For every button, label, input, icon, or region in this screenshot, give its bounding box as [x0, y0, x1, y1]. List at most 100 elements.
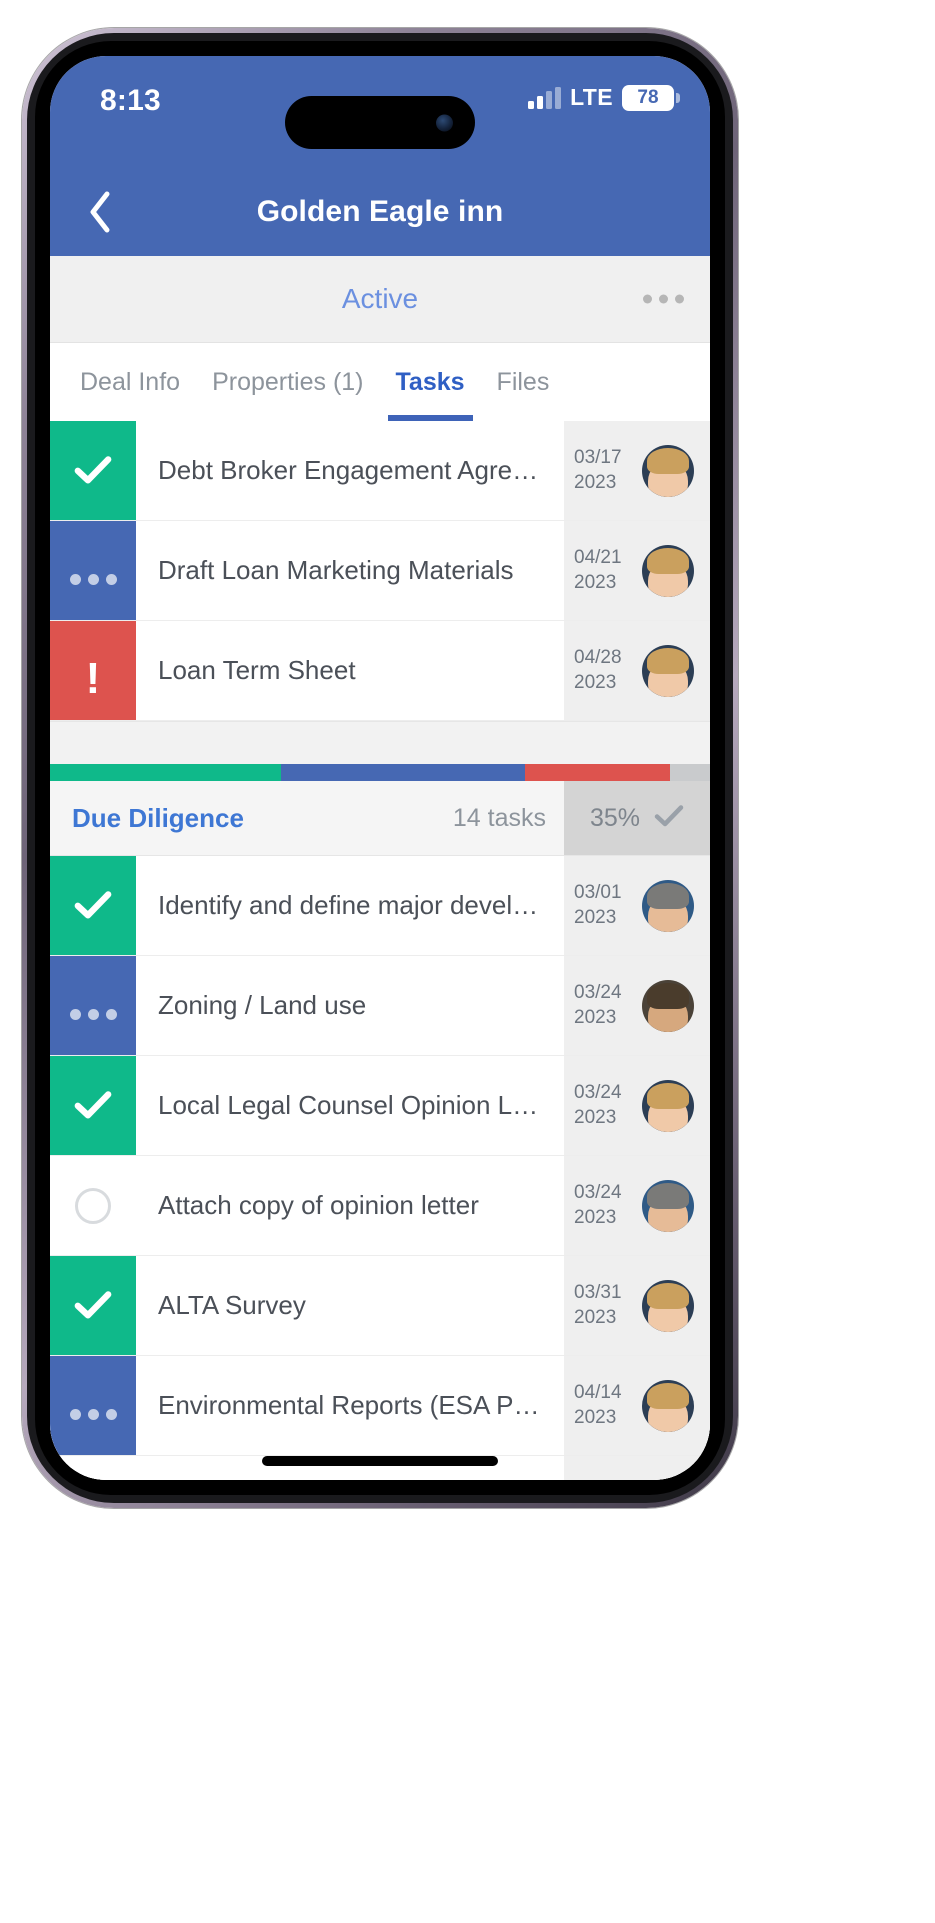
tab-deal-info[interactable]: Deal Info [64, 343, 196, 421]
phone-frame: 8:13 LTE 78 Golden Eagle inn Active Deal… [22, 28, 738, 1508]
task-status-in-progress[interactable] [50, 1356, 136, 1455]
task-due-date: 04/28 2023 [574, 647, 622, 693]
task-due-date: 04/14 2023 [574, 1382, 622, 1428]
task-status-done[interactable] [50, 1256, 136, 1355]
more-horizontal-icon[interactable] [643, 294, 684, 304]
avatar-female-blonde[interactable] [642, 644, 694, 697]
section-header-due-diligence[interactable]: Due Diligence 14 tasks 35% [50, 781, 710, 856]
task-name[interactable]: Environmental Reports (ESA Phase I,… [136, 1356, 564, 1455]
task-meta: 04/21 2023 [564, 521, 710, 620]
task-name[interactable]: Debt Broker Engagement Agreement [136, 421, 564, 520]
task-row[interactable]: Identify and define major developmen…03/… [50, 856, 710, 956]
progress-segment-in-progress [281, 764, 526, 781]
tab-properties-1[interactable]: Properties (1) [196, 343, 379, 421]
task-meta: 03/01 2023 [564, 856, 710, 955]
front-camera-icon [436, 114, 453, 131]
avatar-female-blonde[interactable] [642, 1379, 694, 1432]
task-due-date: 03/24 2023 [574, 1182, 622, 1228]
task-name[interactable]: Identify and define major developmen… [136, 856, 564, 955]
progress-segment-remaining [670, 764, 710, 781]
deal-status-strip: Active [50, 256, 710, 343]
task-name[interactable]: Attach copy of opinion letter [136, 1156, 564, 1255]
task-meta: 04/14 2023 [564, 1356, 710, 1455]
section-progress-summary: 35% [564, 781, 710, 855]
task-due-date: 03/17 2023 [574, 447, 622, 493]
check-icon [74, 1290, 112, 1320]
navigation-bar: Golden Eagle inn [50, 168, 710, 256]
task-due-date: 03/01 2023 [574, 882, 622, 928]
task-status-not-started[interactable] [50, 1156, 136, 1255]
back-button[interactable] [76, 188, 124, 236]
task-status-in-progress[interactable] [50, 521, 136, 620]
task-meta: 03/24 2023 [564, 1156, 710, 1255]
check-icon [74, 455, 112, 485]
task-meta: 03/24 2023 [564, 956, 710, 1055]
progress-segment-done [50, 764, 281, 781]
deal-status-label[interactable]: Active [342, 283, 418, 315]
due-diligence-task-list: Identify and define major developmen…03/… [50, 856, 710, 1480]
task-status-in-progress[interactable] [50, 956, 136, 1055]
avatar-female-blonde[interactable] [642, 1079, 694, 1132]
avatar-female-blonde[interactable] [642, 544, 694, 597]
task-meta: 04/28 2023 [564, 621, 710, 720]
dynamic-island [285, 96, 475, 149]
network-type-label: LTE [570, 84, 613, 110]
task-status-done[interactable] [50, 1056, 136, 1155]
section-divider [50, 721, 710, 764]
tab-files[interactable]: Files [481, 343, 566, 421]
task-status-late[interactable]: ! [50, 621, 136, 720]
section-title: Due Diligence [72, 802, 244, 833]
screenshot-canvas: 8:13 LTE 78 Golden Eagle inn Active Deal… [0, 0, 935, 1923]
tab-label: Tasks [395, 367, 465, 396]
cellular-signal-icon [528, 86, 562, 109]
chevron-left-icon [87, 190, 113, 234]
task-due-date: 03/31 2023 [574, 1282, 622, 1328]
task-row[interactable]: Debt Broker Engagement Agreement 03/17 202… [50, 421, 710, 521]
task-name[interactable]: Local Legal Counsel Opinion Letter [136, 1056, 564, 1155]
status-bar: 8:13 LTE 78 [50, 56, 710, 168]
task-due-date: 03/24 2023 [574, 1082, 622, 1128]
task-row[interactable]: Environmental Reports (ESA Phase I,…04/1… [50, 1356, 710, 1456]
avatar-male-beard[interactable] [642, 979, 694, 1032]
battery-percent-label: 78 [637, 87, 659, 108]
task-row[interactable]: Draft Loan Marketing Materials 04/21 2023 [50, 521, 710, 621]
tab-label: Properties (1) [212, 367, 364, 396]
status-bar-indicators: LTE 78 [528, 84, 674, 111]
home-indicator[interactable] [262, 1456, 498, 1466]
task-meta: 03/31 2023 [564, 1256, 710, 1355]
task-name[interactable]: Draft Loan Marketing Materials [136, 521, 564, 620]
avatar-female-blonde[interactable] [642, 1279, 694, 1332]
task-status-done[interactable] [50, 421, 136, 520]
battery-icon: 78 [622, 84, 674, 111]
task-meta: 03/24 2023 [564, 1056, 710, 1155]
ellipsis-icon [69, 1391, 117, 1420]
task-meta: 03/17 2023 [564, 421, 710, 520]
task-name[interactable]: Zoning / Land use [136, 956, 564, 1055]
ellipsis-icon [69, 556, 117, 585]
phone-screen: 8:13 LTE 78 Golden Eagle inn Active Deal… [50, 56, 710, 1480]
avatar-male-glasses[interactable] [642, 1179, 694, 1232]
check-icon [654, 804, 684, 833]
avatar-male-glasses[interactable] [642, 879, 694, 932]
task-name[interactable]: ALTA Survey [136, 1256, 564, 1355]
task-due-date: 03/24 2023 [574, 982, 622, 1028]
task-row[interactable]: ALTA Survey 03/31 2023 [50, 1256, 710, 1356]
task-row[interactable]: ! Loan Term Sheet 04/28 2023 [50, 621, 710, 721]
ellipsis-icon [69, 991, 117, 1020]
task-status-done[interactable] [50, 856, 136, 955]
task-row[interactable]: Local Legal Counsel Opinion Letter 03/24 2… [50, 1056, 710, 1156]
task-row[interactable]: Zoning / Land use 03/24 2023 [50, 956, 710, 1056]
status-bar-time: 8:13 [100, 84, 161, 117]
tab-label: Deal Info [80, 367, 181, 396]
avatar-female-blonde[interactable] [642, 444, 694, 497]
task-due-date: 04/21 2023 [574, 547, 622, 593]
progress-segment-late [525, 764, 671, 781]
page-title: Golden Eagle inn [256, 195, 504, 228]
empty-circle-icon [75, 1187, 111, 1224]
tab-bar: Deal Info Properties (1) Tasks Files [50, 343, 710, 421]
task-row[interactable]: Attach copy of opinion letter 03/24 2023 [50, 1156, 710, 1256]
section-percent-label: 35% [589, 803, 641, 832]
section-task-count: 14 tasks [452, 803, 546, 832]
task-name[interactable]: Loan Term Sheet [136, 621, 564, 720]
tab-tasks[interactable]: Tasks [380, 343, 481, 421]
